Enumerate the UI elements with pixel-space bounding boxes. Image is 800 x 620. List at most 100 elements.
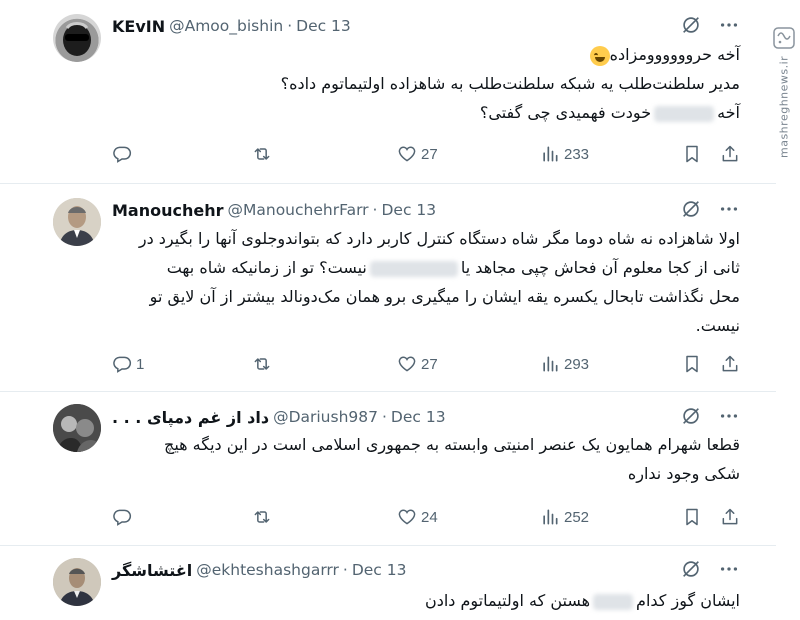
tweet[interactable]: اغتشاشگر @ekhteshashgarrr · Dec 13 ایشان… <box>0 546 776 620</box>
views-button[interactable]: 233 <box>540 142 589 166</box>
user-handle[interactable]: @ManouchehrFarr <box>228 201 369 219</box>
tweet-date[interactable]: Dec 13 <box>391 408 446 426</box>
tweet-line: نیست. <box>695 316 740 335</box>
like-button[interactable]: 27 <box>397 352 438 376</box>
reply-button[interactable] <box>112 505 136 529</box>
tweet-line: مدیر سلطنت‌طلب یه شبکه سلطنت‌طلب به شاهز… <box>280 74 740 93</box>
avatar[interactable] <box>53 404 101 452</box>
avatar[interactable] <box>53 14 101 62</box>
share-button[interactable] <box>720 352 744 376</box>
grok-icon[interactable] <box>680 405 702 427</box>
avatar[interactable] <box>53 558 101 606</box>
tweet-line: ایشان گوز کدام هستن که اولتیماتوم دادن <box>112 586 740 615</box>
grok-icon[interactable] <box>680 558 702 580</box>
tweet-text: قطعا شهرام همایون یک عنصر امنیتی وابسته … <box>112 430 740 488</box>
avatar-image <box>63 22 91 56</box>
tweet-top-actions <box>680 14 740 36</box>
bookmark-icon <box>682 354 702 374</box>
tweet-top-actions <box>680 558 740 580</box>
avatar[interactable] <box>53 198 101 246</box>
tweet-line-text: خودت فهمیدی چی گفتی؟ <box>479 103 652 122</box>
display-name[interactable]: داد از غم دمپای . . . <box>112 408 269 427</box>
views-icon <box>540 507 560 527</box>
views-button[interactable]: 252 <box>540 505 589 529</box>
tweet-line: آخه خودت فهمیدی چی گفتی؟ <box>112 98 740 127</box>
repost-button[interactable] <box>252 505 276 529</box>
tweet[interactable]: Manouchehr @ManouchehrFarr · Dec 13 اولا… <box>0 184 776 392</box>
repost-icon <box>252 354 272 374</box>
user-handle[interactable]: @ekhteshashgarrr <box>196 561 339 579</box>
tweet-line: شکی وجود نداره <box>627 464 740 483</box>
tweet[interactable]: داد از غم دمپای . . . @Dariush987 · Dec … <box>0 392 776 546</box>
share-icon <box>720 354 740 374</box>
tweet-header: Manouchehr @ManouchehrFarr · Dec 13 <box>112 198 436 222</box>
reply-button[interactable] <box>112 142 136 166</box>
tweet-line: محل نگذاشت تابحال یکسره یقه ایشان را میگ… <box>149 287 740 306</box>
tweet-line-text: نیست؟ تو از زمانیکه شاه بهت <box>166 258 367 277</box>
tweet[interactable]: KEvIN @Amoo_bishin · Dec 13 آخه حروووووو… <box>0 0 776 184</box>
tweet-line-text: آخه <box>717 103 740 122</box>
bookmark-button[interactable] <box>682 142 706 166</box>
tweet-header: داد از غم دمپای . . . @Dariush987 · Dec … <box>112 405 446 429</box>
avatar-image <box>53 198 101 246</box>
more-icon[interactable] <box>718 198 740 220</box>
more-icon[interactable] <box>718 405 740 427</box>
avatar-image <box>53 404 101 452</box>
views-button[interactable]: 293 <box>540 352 589 376</box>
separator: · <box>287 17 293 35</box>
tweet-line: ثانی از کجا معلوم آن فحاش چپی مجاهد یا نی… <box>112 253 740 282</box>
like-icon <box>397 354 417 374</box>
tweet-date[interactable]: Dec 13 <box>381 201 436 219</box>
tweet-date[interactable]: Dec 13 <box>296 17 351 35</box>
grok-icon[interactable] <box>680 198 702 220</box>
like-count: 27 <box>421 145 438 163</box>
tweet-line: اولا شاهزاده نه شاه دوما مگر شاه دستگاه … <box>138 229 740 248</box>
reply-icon <box>112 354 132 374</box>
tweet-line: آخه حروووووومزاده <box>112 40 740 69</box>
reply-icon <box>112 507 132 527</box>
more-icon[interactable] <box>718 558 740 580</box>
like-icon <box>397 507 417 527</box>
repost-button[interactable] <box>252 142 276 166</box>
bookmark-button[interactable] <box>682 505 706 529</box>
display-name[interactable]: KEvIN <box>112 17 165 36</box>
tweet-text: اولا شاهزاده نه شاه دوما مگر شاه دستگاه … <box>112 224 740 340</box>
user-handle[interactable]: @Amoo_bishin <box>169 17 283 35</box>
timeline: KEvIN @Amoo_bishin · Dec 13 آخه حروووووو… <box>0 0 800 620</box>
grok-icon[interactable] <box>680 14 702 36</box>
tweet-date[interactable]: Dec 13 <box>352 561 407 579</box>
bookmark-button[interactable] <box>682 352 706 376</box>
tweet-line-text: هستن که اولتیماتوم دادن <box>424 591 591 610</box>
repost-icon <box>252 507 272 527</box>
site-logo-icon <box>773 27 795 49</box>
tweet-text: آخه حروووووومزاده مدیر سلطنت‌طلب یه شبکه… <box>112 40 740 127</box>
tweet-actions: 27 233 <box>112 142 744 166</box>
tweet-line: قطعا شهرام همایون یک عنصر امنیتی وابسته … <box>164 435 740 454</box>
share-icon <box>720 144 740 164</box>
like-button[interactable]: 24 <box>397 505 438 529</box>
repost-button[interactable] <box>252 352 276 376</box>
separator: · <box>381 408 387 426</box>
reply-count: 1 <box>136 355 145 373</box>
user-handle[interactable]: @Dariush987 <box>273 408 378 426</box>
display-name[interactable]: اغتشاشگر <box>112 561 192 580</box>
tweet-top-actions <box>680 198 740 220</box>
tweet-actions: 1 27 293 <box>112 352 744 376</box>
reply-button[interactable]: 1 <box>112 352 144 376</box>
tweet-text: ایشان گوز کدام هستن که اولتیماتوم دادن <box>112 586 740 615</box>
share-button[interactable] <box>720 505 744 529</box>
blurred-word <box>593 593 634 610</box>
tweet-actions: 24 252 <box>112 505 744 529</box>
display-name[interactable]: Manouchehr <box>112 201 224 220</box>
laughing-emoji-icon <box>589 45 610 66</box>
bookmark-icon <box>682 507 702 527</box>
blurred-word <box>654 105 715 122</box>
share-icon <box>720 507 740 527</box>
like-button[interactable]: 27 <box>397 142 438 166</box>
like-icon <box>397 144 417 164</box>
view-count: 233 <box>564 145 590 163</box>
bookmark-icon <box>682 144 702 164</box>
share-button[interactable] <box>720 142 744 166</box>
like-count: 24 <box>421 508 438 526</box>
more-icon[interactable] <box>718 14 740 36</box>
